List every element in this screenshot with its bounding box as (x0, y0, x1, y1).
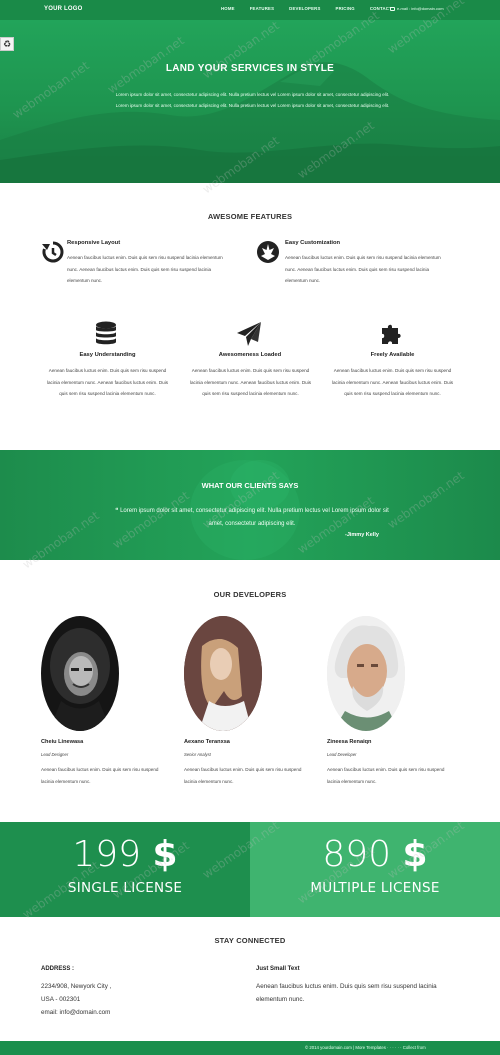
address-label: ADDRESS : (41, 966, 75, 972)
feature-title: Freely Available (370, 352, 415, 358)
pricing-multiple[interactable]: 890 $ MULTIPLE LICENSE (250, 822, 500, 917)
small-text-body: Aenean faucibus luctus enim. Duis quis s… (256, 983, 437, 1003)
developer-text: Aenean faucibus luctus enim. Duis quis s… (41, 767, 159, 784)
price-value: 199 (72, 834, 142, 875)
testimonial-title: WHAT OUR CLIENTS SAYS (201, 481, 299, 490)
recycle-icon[interactable]: ♻ (0, 37, 14, 51)
feature-title: Awesomeness Loaded (218, 352, 282, 358)
nav-item-contact[interactable]: CONTACT (370, 6, 392, 11)
price-label: SINGLE LICENSE (67, 880, 183, 896)
paper-plane-icon (237, 322, 261, 346)
developer-photo (184, 616, 262, 731)
testimonial-quote-text: Lorem ipsum dolor sit amet, consectetur … (120, 508, 389, 527)
pricing-single[interactable]: 199 $ SINGLE LICENSE (0, 822, 250, 917)
rebel-icon (257, 241, 279, 263)
feature-text: Aenean faucibus luctus enim. Duis quis s… (46, 368, 169, 396)
hero-title: LAND YOUR SERVICES IN STYLE (165, 63, 335, 74)
footer: © 2014 yourdomain.com | More Templates ·… (0, 1041, 500, 1055)
testimonial-author: -Jimmy Kelly (345, 532, 379, 538)
feature-text: Aenean faucibus luctus enim. Duis quis s… (331, 368, 454, 396)
nav-item-developers[interactable]: DEVELOPERS (289, 6, 320, 11)
developer-role: Senior Analyst (184, 752, 211, 757)
developer-photo (41, 616, 119, 731)
envelope-icon (390, 6, 395, 11)
feature-text: Aenean faucibus luctus enim. Duis quis s… (67, 255, 223, 283)
small-text-title: Just Small Text (256, 966, 300, 972)
hero-text: Lorem ipsum dolor sit amet, consectetur … (115, 92, 390, 108)
developer-name: Aexano Teranxsa (184, 739, 230, 745)
address-line: 2234/908, Newyork City , (41, 983, 112, 990)
developer-text: Aenean faucibus luctus enim. Duis quis s… (327, 767, 445, 784)
developer-photo (327, 616, 405, 731)
contact-title: STAY CONNECTED (214, 936, 286, 945)
currency-symbol: $ (152, 834, 178, 875)
nav-item-home[interactable]: HOME (221, 6, 235, 11)
features-title: AWESOME FEATURES (207, 212, 293, 221)
feature-title: Responsive Layout (67, 240, 121, 246)
price-value: 890 (322, 834, 392, 875)
developer-role: Lead Designer (41, 752, 69, 757)
testimonial-quote: ❝ Lorem ipsum dolor sit amet, consectetu… (112, 505, 392, 531)
developer-name: Cheiu Linewasa (41, 739, 84, 745)
history-icon (42, 241, 64, 263)
testimonial-section: WHAT OUR CLIENTS SAYS ❝ Lorem ipsum dolo… (0, 450, 500, 560)
database-icon (96, 321, 116, 345)
hero-section: LAND YOUR SERVICES IN STYLE Lorem ipsum … (0, 20, 500, 183)
developers-title: OUR DEVELOPERS (213, 590, 287, 599)
price-label: MULTIPLE LICENSE (310, 880, 440, 896)
nav-menu: HOME FEATURES DEVELOPERS PRICING CONTACT (221, 6, 407, 11)
nav-item-pricing[interactable]: PRICING (336, 6, 355, 11)
feature-title: Easy Understanding (79, 352, 136, 358)
contact-email[interactable]: email: info@domain.com (41, 1006, 110, 1019)
developer-text: Aenean faucibus luctus enim. Duis quis s… (184, 767, 302, 784)
developer-name: Zineesa Renaiqn (327, 739, 372, 745)
address-line: USA - 002301 (41, 996, 81, 1003)
feature-text: Aenean faucibus luctus enim. Duis quis s… (285, 255, 441, 283)
nav-email-text: e-mail : info@domain.com (397, 6, 444, 11)
puzzle-icon (382, 324, 401, 344)
price-amount: 890 $ (250, 834, 500, 875)
top-navbar: YOUR LOGO HOME FEATURES DEVELOPERS PRICI… (0, 0, 500, 20)
site-logo[interactable]: YOUR LOGO (44, 6, 82, 12)
footer-text: © 2014 yourdomain.com | More Templates ·… (305, 1045, 426, 1050)
currency-symbol: $ (402, 834, 428, 875)
price-amount: 199 $ (0, 834, 250, 875)
feature-text: Aenean faucibus luctus enim. Duis quis s… (189, 368, 312, 396)
feature-title: Easy Customization (285, 240, 341, 246)
nav-item-features[interactable]: FEATURES (250, 6, 274, 11)
developer-role: Lead Developer (327, 752, 357, 757)
nav-email[interactable]: e-mail : info@domain.com (390, 6, 444, 11)
